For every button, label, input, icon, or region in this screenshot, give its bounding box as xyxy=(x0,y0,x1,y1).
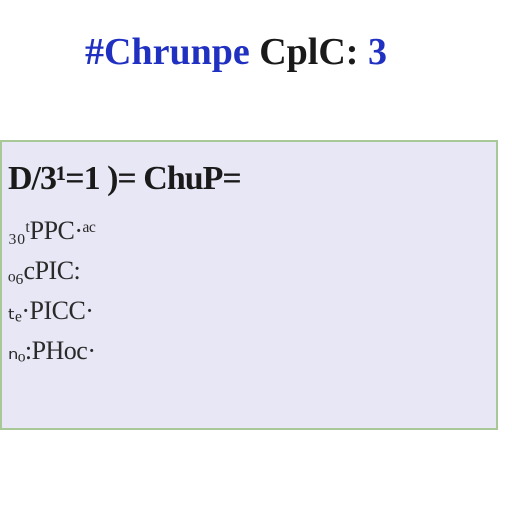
title-colon: : xyxy=(346,31,368,73)
page-header: #Chrunpe CplC: 3 xyxy=(85,30,387,74)
code-row: ₜₑ·PICC· xyxy=(8,296,484,326)
hash-symbol: # xyxy=(85,31,104,73)
title-main: Chrunpe xyxy=(104,31,250,73)
equation-line: D/3¹=1 )= ChuP= xyxy=(8,160,484,198)
code-row: ₙₒ:PHoc· xyxy=(8,336,484,366)
code-row: ₃₀ᵗPPC·ᵃᶜ xyxy=(8,216,484,246)
content-panel: D/3¹=1 )= ChuP= ₃₀ᵗPPC·ᵃᶜ ₒ₆cPIC: ₜₑ·PIC… xyxy=(0,140,498,430)
title-sub: CplC xyxy=(250,31,346,73)
title-number: 3 xyxy=(368,31,387,73)
code-row: ₒ₆cPIC: xyxy=(8,256,484,286)
